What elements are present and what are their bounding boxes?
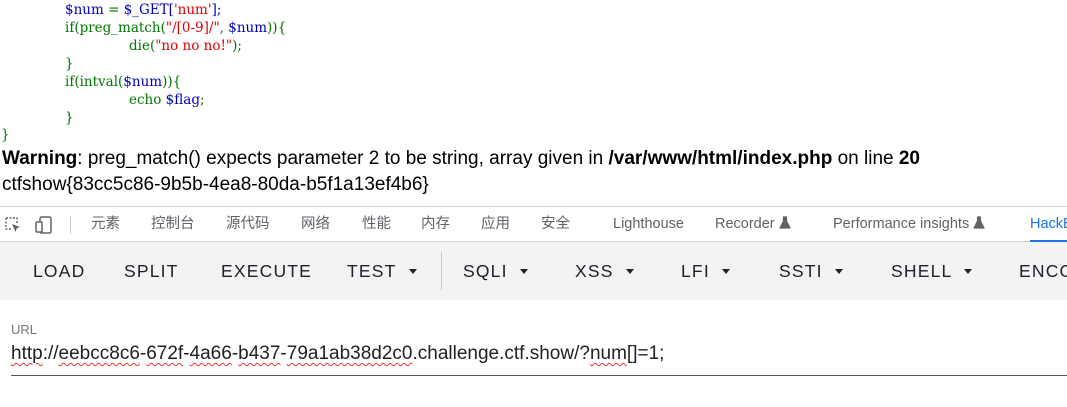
code-line-2: if(preg_match("/[0-9]/", $num)){ <box>65 19 286 37</box>
code-punct: ]; <box>211 2 222 18</box>
url-section: URL http://eebcc8c6-672f-4a66-b437-79a1a… <box>0 300 1067 407</box>
chevron-down-icon <box>519 269 528 274</box>
hackbar-toolbar: LOAD SPLIT EXECUTE TEST SQLI XSS LFI SST… <box>0 242 1067 300</box>
warning-online: on line <box>832 148 899 169</box>
code-punct: )){ <box>267 20 287 36</box>
code-var-flag: $flag <box>165 92 200 108</box>
flag-output: ctfshow{83cc5c86-9b5b-4ea8-80da-b5f1a13e… <box>2 174 429 195</box>
code-punct: ); <box>232 38 242 54</box>
code-line-1: $num = $_GET['num']; <box>65 1 221 19</box>
lfi-dropdown[interactable]: LFI <box>681 242 730 300</box>
flask-icon <box>973 216 985 229</box>
shell-dropdown-label: SHELL <box>891 261 953 281</box>
sqli-dropdown-label: SQLI <box>463 261 508 281</box>
inspect-element-icon[interactable] <box>3 215 23 235</box>
flask-icon <box>779 216 791 229</box>
code-keyword: die( <box>129 38 156 54</box>
test-dropdown[interactable]: TEST <box>347 242 417 300</box>
code-get: $_GET[ <box>123 2 174 18</box>
tab-performance-insights-label: Performance insights <box>833 216 970 232</box>
ssti-dropdown-label: SSTI <box>779 261 823 281</box>
php-source-code: $num = $_GET['num']; if(preg_match("/[0-… <box>0 0 1067 144</box>
warning-text: : preg_match() expects parameter 2 to be… <box>77 148 609 169</box>
php-warning: Warning: preg_match() expects parameter … <box>2 147 920 171</box>
code-line-5: if(intval($num)){ <box>65 73 181 91</box>
tab-recorder-label: Recorder <box>715 216 775 232</box>
chevron-down-icon <box>834 269 843 274</box>
sqli-dropdown[interactable]: SQLI <box>463 242 528 300</box>
code-string: 'num' <box>173 2 212 18</box>
code-var-num: $num <box>65 2 104 18</box>
code-line-4: } <box>65 56 74 72</box>
tab-performance[interactable]: 性能 <box>362 207 391 241</box>
url-input[interactable] <box>11 341 1067 376</box>
tab-recorder[interactable]: Recorder <box>715 207 791 241</box>
code-string: "no no no!" <box>155 38 233 54</box>
device-toolbar-icon[interactable] <box>34 215 54 235</box>
xss-dropdown[interactable]: XSS <box>575 242 634 300</box>
tab-application[interactable]: 应用 <box>481 207 510 241</box>
execute-button[interactable]: EXECUTE <box>221 242 312 300</box>
code-punct: , <box>219 20 229 36</box>
load-button[interactable]: LOAD <box>33 242 85 300</box>
xss-dropdown-label: XSS <box>575 261 614 281</box>
test-dropdown-label: TEST <box>347 261 397 281</box>
tab-lighthouse[interactable]: Lighthouse <box>613 207 684 241</box>
tab-elements[interactable]: 元素 <box>91 207 120 241</box>
code-line-3: die("no no no!"); <box>129 37 242 55</box>
chevron-down-icon <box>721 269 730 274</box>
tab-memory[interactable]: 内存 <box>421 207 450 241</box>
code-keyword: if(preg_match( <box>65 20 166 36</box>
toolbar-divider <box>441 252 442 290</box>
shell-dropdown[interactable]: SHELL <box>891 242 973 300</box>
warning-line-number: 20 <box>898 148 920 169</box>
split-button[interactable]: SPLIT <box>124 242 179 300</box>
tab-performance-insights[interactable]: Performance insights <box>833 207 985 241</box>
tab-network[interactable]: 网络 <box>301 207 330 241</box>
warning-label: Warning <box>2 148 78 169</box>
code-keyword: if(intval( <box>65 74 124 90</box>
code-var-num: $num <box>228 20 268 36</box>
code-line-6: echo $flag; <box>129 91 205 109</box>
toolbar-divider <box>70 216 71 234</box>
code-line-7: } <box>65 110 74 126</box>
tab-hackbar[interactable]: HackB <box>1030 207 1067 242</box>
chevron-down-icon <box>408 269 417 274</box>
code-op: = <box>103 2 124 18</box>
code-var-num: $num <box>123 74 163 90</box>
chevron-down-icon <box>625 269 634 274</box>
code-keyword: echo <box>129 92 166 108</box>
encoding-dropdown[interactable]: ENCO <box>1019 242 1067 300</box>
devtools-tab-bar: 元素 控制台 源代码 网络 性能 内存 应用 安全 Lighthouse Rec… <box>0 206 1067 242</box>
code-punct: )){ <box>162 74 182 90</box>
code-punct: ; <box>199 92 205 108</box>
chevron-down-icon <box>964 269 973 274</box>
url-label: URL <box>11 322 38 337</box>
code-line-8: } <box>1 127 10 143</box>
tab-console[interactable]: 控制台 <box>151 207 195 241</box>
code-string: "/[0-9]/" <box>165 20 220 36</box>
ssti-dropdown[interactable]: SSTI <box>779 242 843 300</box>
warning-file: /var/www/html/index.php <box>608 148 833 169</box>
tab-security[interactable]: 安全 <box>541 207 570 241</box>
lfi-dropdown-label: LFI <box>681 261 710 281</box>
tab-sources[interactable]: 源代码 <box>226 207 270 241</box>
